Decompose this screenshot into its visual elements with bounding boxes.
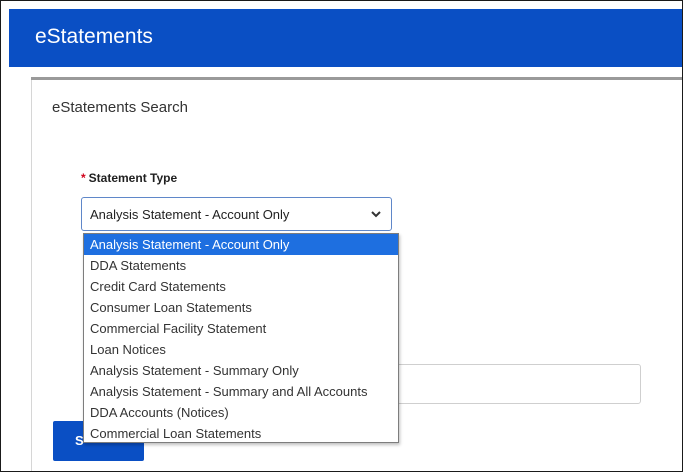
chevron-down-icon [371,211,381,218]
dropdown-option[interactable]: Analysis Statement - Account Only [84,234,398,255]
header-bar: eStatements [9,9,682,67]
dropdown-option[interactable]: Analysis Statement - Summary and All Acc… [84,381,398,402]
statement-type-select[interactable]: Analysis Statement - Account Only [81,197,392,231]
dropdown-option[interactable]: DDA Accounts (Notices) [84,402,398,423]
dropdown-option[interactable]: Credit Card Statements [84,276,398,297]
dropdown-option[interactable]: DDA Statements [84,255,398,276]
statement-type-selected-value: Analysis Statement - Account Only [90,207,290,222]
statement-type-label-text: Statement Type [88,171,178,185]
header-divider [31,77,682,80]
page-title: eStatements Search [52,99,188,116]
dropdown-option[interactable]: Analysis Statement - Summary Only [84,360,398,381]
estatements-window: eStatements eStatements Search * Statemen… [0,0,683,472]
dropdown-option[interactable]: Loan Notices [84,339,398,360]
dropdown-option[interactable]: Commercial Facility Statement [84,318,398,339]
statement-type-label: * Statement Type [81,171,177,185]
statement-type-dropdown: Analysis Statement - Account Only DDA St… [83,233,399,443]
required-marker: * [81,171,86,185]
panel-border [31,80,32,471]
dropdown-option[interactable]: Commercial Loan Statements [84,423,398,444]
text-input[interactable] [396,364,641,404]
app-title: eStatements [35,25,153,48]
dropdown-option[interactable]: Consumer Loan Statements [84,297,398,318]
